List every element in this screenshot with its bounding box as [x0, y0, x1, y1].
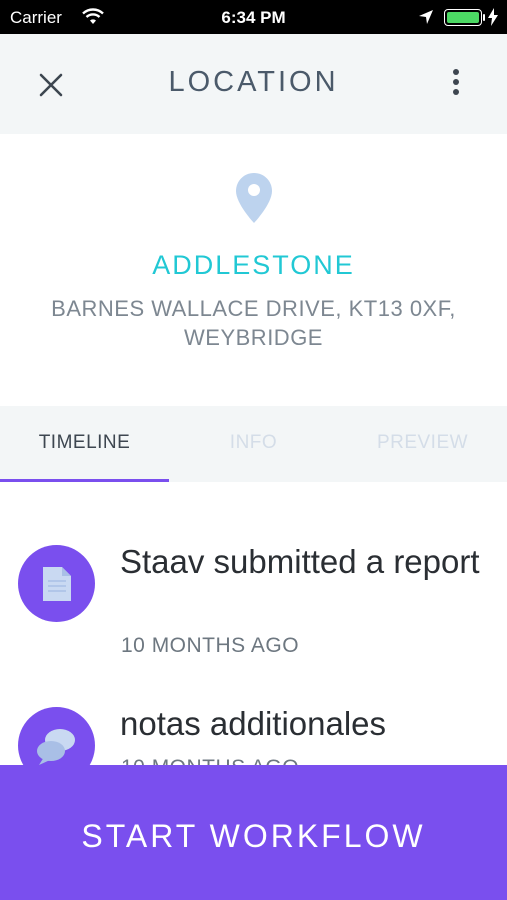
location-header: ADDLESTONE BARNES WALLACE DRIVE, KT13 0X…: [0, 134, 507, 406]
page-title: LOCATION: [168, 66, 339, 98]
nav-bar: LOCATION: [0, 34, 507, 134]
more-options-button[interactable]: [440, 68, 470, 98]
tab-info[interactable]: INFO: [169, 406, 338, 482]
tab-bar: TIMELINE INFO PREVIEW: [0, 406, 507, 482]
battery-icon: [444, 9, 482, 26]
timeline-item-time: 10 MONTHS AGO: [121, 634, 300, 657]
charging-bolt-icon: [488, 8, 498, 31]
document-icon: [43, 567, 71, 601]
timeline-item-text: Staav submitted a report: [120, 543, 480, 580]
map-pin-icon: [235, 172, 273, 229]
more-vertical-icon: [453, 69, 459, 95]
location-address: BARNES WALLACE DRIVE, KT13 0XF, WEYBRIDG…: [51, 296, 456, 350]
tab-preview[interactable]: PREVIEW: [338, 406, 507, 482]
location-name: ADDLESTONE: [152, 250, 355, 280]
location-arrow-icon: [418, 9, 434, 30]
battery-tip: [483, 14, 485, 21]
timeline-item-text: notas additionales: [120, 705, 387, 742]
status-bar: Carrier 6:34 PM: [0, 0, 507, 34]
start-workflow-button[interactable]: START WORKFLOW: [0, 765, 507, 900]
timeline-avatar: [18, 545, 95, 622]
tab-timeline[interactable]: TIMELINE: [0, 406, 169, 482]
